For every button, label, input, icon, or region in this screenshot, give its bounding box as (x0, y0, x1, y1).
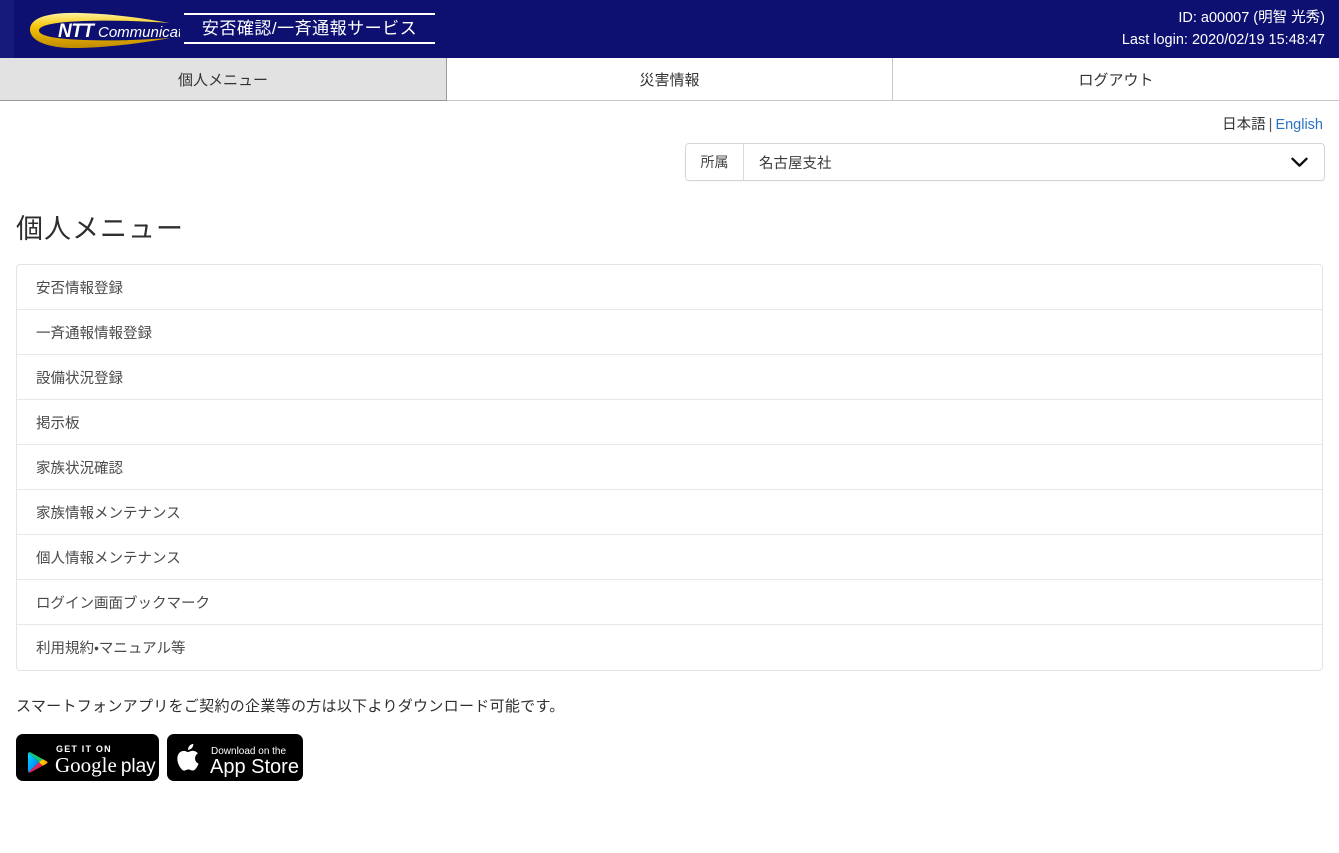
ntt-logo-icon: NTT Communications (30, 12, 180, 48)
language-japanese[interactable]: 日本語 (1222, 117, 1266, 133)
menu-item-safety-registration[interactable]: 安否情報登録 (17, 265, 1322, 310)
menu-item-login-page-bookmark[interactable]: ログイン画面ブックマーク (17, 580, 1322, 625)
page-title: 個人メニュー (16, 214, 184, 244)
language-english-link[interactable]: English (1275, 117, 1323, 133)
personal-menu-list: 安否情報登録 一斉通報情報登録 設備状況登録 掲示板 家族状況確認 家族情報メン… (16, 264, 1323, 671)
tab-disaster-info[interactable]: 災害情報 (447, 58, 893, 101)
google-play-badge[interactable]: GET IT ON Google play (16, 734, 159, 781)
menu-item-terms-and-manuals[interactable]: 利用規約・マニュアル等 (17, 625, 1322, 670)
google-play-big-text: Google play (55, 753, 156, 777)
app-store-badge[interactable]: Download on the App Store (167, 734, 303, 781)
ntt-communications-logo[interactable]: NTT Communications (22, 11, 180, 48)
site-header: NTT Communications 安否確認/一斉通報サービス ID: a00… (0, 0, 1339, 58)
menu-item-personal-info-maintenance[interactable]: 個人情報メンテナンス (17, 535, 1322, 580)
menu-item-broadcast-registration[interactable]: 一斉通報情報登録 (17, 310, 1322, 355)
store-badges: GET IT ON Google play Download on the App… (16, 734, 1323, 781)
menu-item-family-info-maintenance[interactable]: 家族情報メンテナンス (17, 490, 1322, 535)
affiliation-row: 所属 名古屋支社 (0, 143, 1339, 181)
chevron-down-icon (1291, 157, 1308, 167)
affiliation-select[interactable]: 名古屋支社 (744, 144, 1324, 180)
language-switcher: 日本語 | English (0, 101, 1339, 134)
app-store-big-text: App Store (210, 756, 299, 778)
main-navigation-tabs: 個人メニュー 災害情報 ログアウト (0, 58, 1339, 101)
tab-logout[interactable]: ログアウト (893, 58, 1339, 101)
language-separator: | (1268, 117, 1273, 133)
affiliation-select-group[interactable]: 所属 名古屋支社 (685, 143, 1325, 181)
header-left-accent-band (0, 0, 14, 58)
menu-item-family-status-check[interactable]: 家族状況確認 (17, 445, 1322, 490)
user-id-text: ID: a00007 (明智 光秀) (1178, 10, 1325, 26)
main-content: 個人メニュー 安否情報登録 一斉通報情報登録 設備状況登録 掲示板 家族状況確認… (0, 207, 1339, 781)
affiliation-selected-value: 名古屋支社 (759, 155, 832, 172)
smartphone-app-note: スマートフォンアプリをご契約の企業等の方は以下よりダウンロード可能です。 (16, 698, 565, 715)
header-user-info: ID: a00007 (明智 光秀) Last login: 2020/02/1… (1122, 7, 1325, 51)
svg-text:NTT: NTT (58, 21, 95, 42)
tab-personal-menu[interactable]: 個人メニュー (0, 58, 447, 101)
last-login-text: Last login: 2020/02/19 15:48:47 (1121, 32, 1325, 48)
menu-item-facility-status-registration[interactable]: 設備状況登録 (17, 355, 1322, 400)
svg-text:Communications: Communications (98, 24, 180, 41)
affiliation-label: 所属 (686, 144, 744, 180)
service-title: 安否確認/一斉通報サービス (184, 13, 435, 44)
menu-item-bulletin-board[interactable]: 掲示板 (17, 400, 1322, 445)
